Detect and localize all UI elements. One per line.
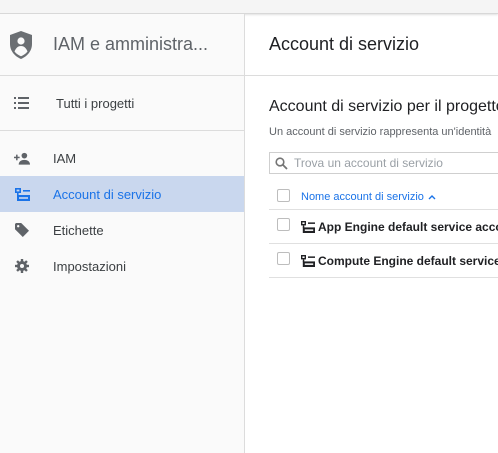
sidebar-item-label: Impostazioni [53, 258, 126, 274]
tag-icon [14, 222, 30, 238]
row-checkbox[interactable] [277, 218, 290, 231]
main-header: Account di servizio [245, 14, 498, 76]
page-title: Account di servizio [269, 34, 420, 54]
shield-icon [8, 30, 34, 60]
table-row[interactable]: Compute Engine default service account [269, 244, 498, 278]
gear-icon [14, 258, 30, 274]
main-panel: Account di servizio Account di servizio … [245, 14, 498, 453]
service-account-name[interactable]: App Engine default service account [318, 220, 498, 234]
table-row[interactable]: App Engine default service account [269, 210, 498, 244]
service-account-icon [14, 186, 30, 202]
sidebar-item-label: Etichette [53, 222, 104, 238]
sidebar-header: IAM e amministra... [0, 14, 244, 76]
row-checkbox[interactable] [277, 252, 290, 265]
all-projects-label: Tutti i progetti [56, 95, 135, 111]
service-accounts-table: Nome account di servizio App Engine defa… [269, 184, 498, 278]
sidebar-item-label: Account di servizio [53, 186, 162, 202]
service-account-icon [301, 254, 315, 267]
product-title: IAM e amministra... [53, 34, 209, 54]
select-all-checkbox[interactable] [277, 189, 290, 202]
service-account-name[interactable]: Compute Engine default service account [318, 254, 498, 268]
sort-ascending-icon [428, 194, 436, 200]
main-content: Account di servizio per il progetto Un a… [269, 98, 498, 278]
column-header-label: Nome account di servizio [301, 190, 424, 203]
section-description: Un account di servizio rappresenta un'id… [269, 126, 492, 138]
person-add-icon [14, 150, 30, 166]
sidebar-item-iam[interactable]: IAM [0, 140, 244, 176]
list-icon [14, 97, 30, 109]
search-box[interactable] [269, 152, 498, 174]
app-window: IAM e amministra... Tutti i progetti IAM… [0, 0, 498, 453]
all-projects-link[interactable]: Tutti i progetti [0, 76, 244, 131]
sidebar-item-label: IAM [53, 150, 77, 166]
sidebar-item-service-accounts[interactable]: Account di servizio [0, 176, 244, 212]
table-header: Nome account di servizio [269, 184, 498, 210]
top-bar [0, 0, 498, 14]
sidebar-item-settings[interactable]: Impostazioni [0, 248, 244, 284]
sidebar: IAM e amministra... Tutti i progetti IAM… [0, 14, 245, 453]
sidebar-nav: IAM Account di servizio Etichette Impost… [0, 131, 244, 284]
search-icon [275, 156, 288, 170]
section-title: Account di servizio per il progetto [269, 98, 498, 115]
sidebar-item-labels[interactable]: Etichette [0, 212, 244, 248]
service-account-icon [301, 220, 315, 233]
column-header-name[interactable]: Nome account di servizio [301, 191, 436, 203]
search-input[interactable] [294, 156, 498, 170]
